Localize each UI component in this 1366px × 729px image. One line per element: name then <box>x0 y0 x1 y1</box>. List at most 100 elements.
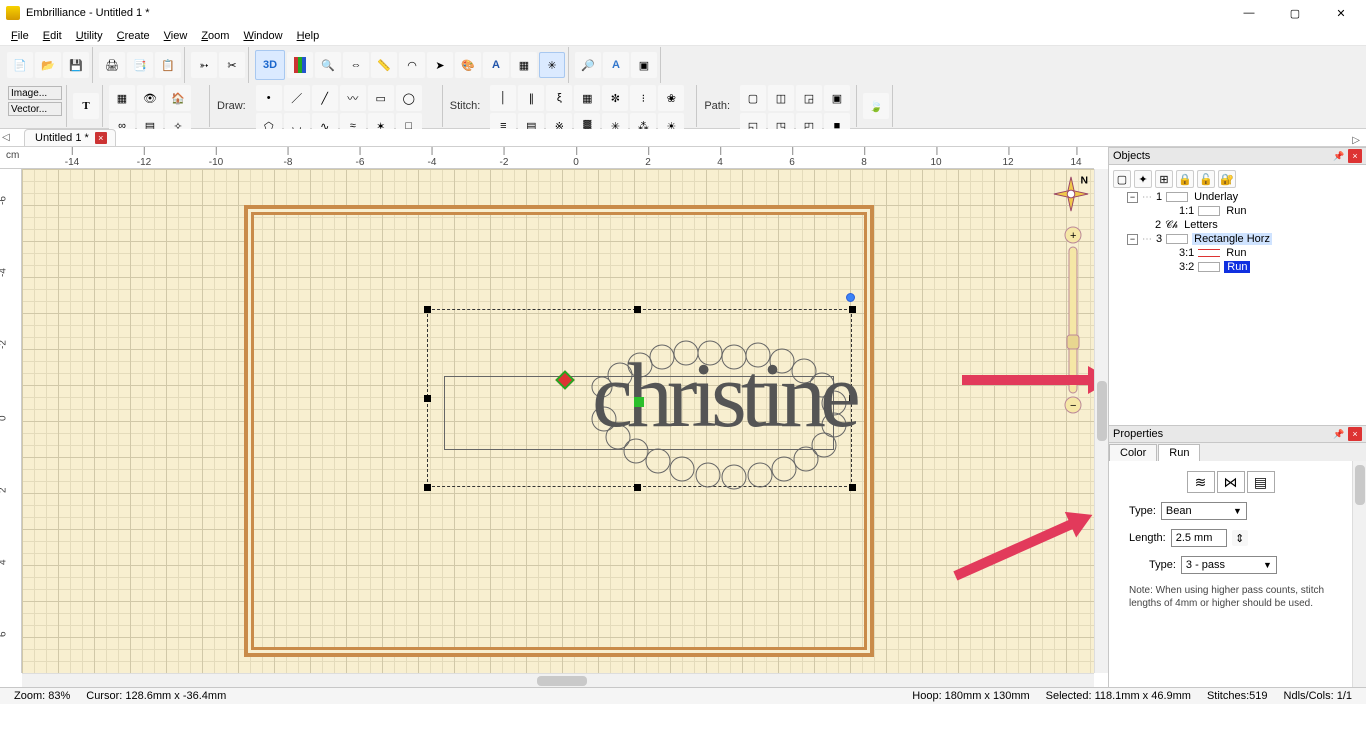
handle-w[interactable] <box>424 395 431 402</box>
stitch-1-icon[interactable]: │ <box>490 85 516 111</box>
open-icon[interactable]: 📂 <box>35 52 61 78</box>
draw-point-icon[interactable]: • <box>256 85 282 111</box>
pointer-icon[interactable]: ➤ <box>427 52 453 78</box>
leaf-icon[interactable]: 🍃 <box>863 93 889 119</box>
scrollbar-horizontal[interactable] <box>22 673 1094 687</box>
text-t-icon[interactable]: T <box>73 93 99 119</box>
text-a-icon[interactable]: A <box>603 52 629 78</box>
menu-zoom[interactable]: Zoom <box>194 28 236 44</box>
menu-utility[interactable]: Utility <box>69 28 110 44</box>
handle-sw[interactable] <box>424 484 431 491</box>
pin-icon[interactable]: 📌 <box>1332 427 1346 441</box>
tree-node-2[interactable]: 2 𝒞𝒽 Letters <box>1111 218 1364 232</box>
length-input[interactable]: 2.5 mm <box>1171 529 1227 547</box>
tab-run[interactable]: Run <box>1158 444 1200 461</box>
copy-icon[interactable]: 📑 <box>127 52 153 78</box>
obj-tool-lock-icon[interactable]: 🔒 <box>1176 170 1194 188</box>
image-button[interactable]: Image... <box>8 86 62 100</box>
stitch-6-icon[interactable]: ⁝ <box>630 85 656 111</box>
tree-node-3-1[interactable]: 3:1 Run <box>1111 246 1364 260</box>
close-button[interactable]: ✕ <box>1318 0 1364 26</box>
minimize-button[interactable]: ― <box>1226 0 1272 26</box>
tree-node-1-1[interactable]: 1:1 Run <box>1111 204 1364 218</box>
properties-scrollbar[interactable] <box>1352 461 1366 687</box>
vector-button[interactable]: Vector... <box>8 102 62 116</box>
obj-tool-2-icon[interactable]: ✦ <box>1134 170 1152 188</box>
stitch-style-2-icon[interactable]: ⋈ <box>1217 471 1245 493</box>
text-tool-icon[interactable]: A <box>483 52 509 78</box>
pass-select[interactable]: 3 - pass ▼ <box>1181 556 1277 574</box>
draw-ellipse-icon[interactable]: ◯ <box>396 85 422 111</box>
draw-dash-icon[interactable]: ╱ <box>312 85 338 111</box>
menu-window[interactable]: Window <box>236 28 289 44</box>
scissors-icon[interactable]: ✂ <box>219 52 245 78</box>
scrollbar-vertical[interactable] <box>1094 169 1108 673</box>
canvas[interactable]: christine N + − <box>22 169 1094 673</box>
menu-file[interactable]: File <box>4 28 36 44</box>
rotate-handle[interactable] <box>846 293 855 302</box>
stitch-2-icon[interactable]: ∥ <box>518 85 544 111</box>
panel-close-icon[interactable]: × <box>1348 149 1362 163</box>
length-stepper-icon[interactable]: ⇕ <box>1232 530 1248 546</box>
menu-help[interactable]: Help <box>290 28 327 44</box>
properties-panel-header[interactable]: Properties 📌 × <box>1109 425 1366 443</box>
zoom-fit-icon[interactable]: 🔎 <box>575 52 601 78</box>
draw-free-icon[interactable]: 〰 <box>340 85 366 111</box>
pan-icon[interactable]: ⇔ <box>343 52 369 78</box>
obj-tool-unlock-icon[interactable]: 🔓 <box>1197 170 1215 188</box>
stitch-7-icon[interactable]: ❀ <box>658 85 684 111</box>
protractor-icon[interactable]: ◠ <box>399 52 425 78</box>
save-icon[interactable]: 💾 <box>63 52 89 78</box>
tab-color[interactable]: Color <box>1109 444 1157 461</box>
maximize-button[interactable]: ▢ <box>1272 0 1318 26</box>
path-4-icon[interactable]: ▣ <box>824 85 850 111</box>
draw-line-icon[interactable]: ／ <box>284 85 310 111</box>
objects-tree[interactable]: − ⋯ 1 Underlay 1:1 Run 2 𝒞𝒽 Letters <box>1111 190 1364 274</box>
center-handle[interactable] <box>634 397 644 407</box>
obj-tool-3-icon[interactable]: ⊞ <box>1155 170 1173 188</box>
tab-nav-left-icon[interactable]: ◁ <box>2 132 10 143</box>
tab-nav-right-icon[interactable]: ▷ <box>1352 135 1360 146</box>
compass-icon[interactable]: N <box>1052 175 1090 213</box>
new-icon[interactable]: 📄 <box>7 52 33 78</box>
stitch-5-icon[interactable]: ✼ <box>602 85 628 111</box>
tab-close-icon[interactable]: × <box>95 132 107 144</box>
menu-view[interactable]: View <box>157 28 195 44</box>
radial-icon[interactable]: ✳ <box>539 52 565 78</box>
palette-icon[interactable]: 🎨 <box>455 52 481 78</box>
document-tab[interactable]: Untitled 1 * × <box>24 129 116 146</box>
select-all-icon[interactable]: ▦ <box>109 85 135 111</box>
paste-icon[interactable]: 📋 <box>155 52 181 78</box>
home-icon[interactable]: 🏠 <box>165 85 191 111</box>
menu-create[interactable]: Create <box>110 28 157 44</box>
eye-icon[interactable]: 👁 <box>137 85 163 111</box>
menu-edit[interactable]: Edit <box>36 28 69 44</box>
stitch-style-3-icon[interactable]: ▤ <box>1247 471 1275 493</box>
obj-tool-lockall-icon[interactable]: 🔐 <box>1218 170 1236 188</box>
ruler-icon[interactable]: 📏 <box>371 52 397 78</box>
tree-node-3[interactable]: − ⋯ 3 Rectangle Horz <box>1111 232 1364 246</box>
draw-rect-icon[interactable]: ▭ <box>368 85 394 111</box>
collapse-icon[interactable]: − <box>1127 234 1138 245</box>
collapse-icon[interactable]: − <box>1127 192 1138 203</box>
needle-icon[interactable]: ➳ <box>191 52 217 78</box>
handle-n[interactable] <box>634 306 641 313</box>
path-1-icon[interactable]: ▢ <box>740 85 766 111</box>
type-select[interactable]: Bean ▼ <box>1161 502 1247 520</box>
grid-icon[interactable]: ▦ <box>511 52 537 78</box>
pin-icon[interactable]: 📌 <box>1332 149 1346 163</box>
path-3-icon[interactable]: ◲ <box>796 85 822 111</box>
canvas-lettering[interactable]: christine <box>592 359 855 433</box>
tree-node-3-2[interactable]: 3:2 Run <box>1111 260 1364 274</box>
three-d-button[interactable]: 3D <box>255 50 285 80</box>
objects-panel-header[interactable]: Objects 📌 × <box>1109 147 1366 165</box>
print-icon[interactable]: 🖨 <box>99 52 125 78</box>
stitch-4-icon[interactable]: ▦ <box>574 85 600 111</box>
stitch-3-icon[interactable]: ξ <box>546 85 572 111</box>
frame-icon[interactable]: ▣ <box>631 52 657 78</box>
zoom-tool-icon[interactable]: 🔍 <box>315 52 341 78</box>
obj-tool-1-icon[interactable]: ▢ <box>1113 170 1131 188</box>
tree-node-1[interactable]: − ⋯ 1 Underlay <box>1111 190 1364 204</box>
handle-nw[interactable] <box>424 306 431 313</box>
stitch-style-1-icon[interactable]: ≋ <box>1187 471 1215 493</box>
